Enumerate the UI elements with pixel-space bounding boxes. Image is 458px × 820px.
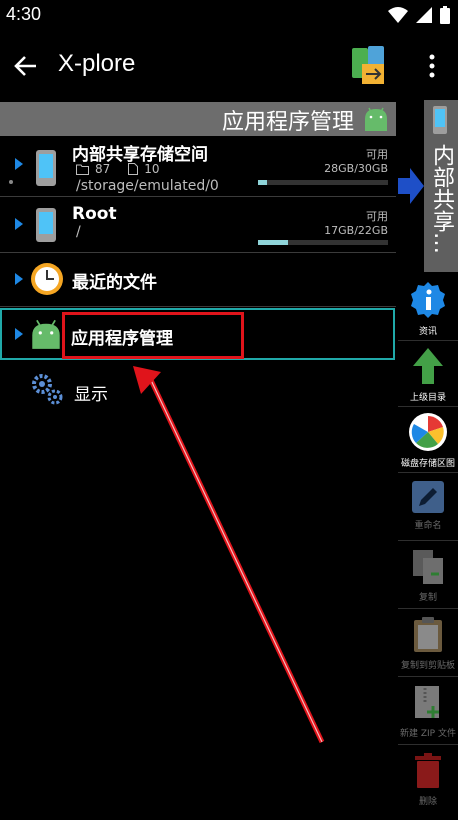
recent-files-row[interactable]: 最近的文件 [0,256,396,304]
storage-row-internal[interactable]: 内部共享存储空间 可用 87 10 28GB/30GB /storage/emu… [0,138,396,196]
trash-icon [415,753,441,788]
app-bar: X-plore [0,30,458,100]
phone-storage-icon [36,150,56,186]
divider [0,196,396,197]
clipboard-icon [414,617,442,652]
phone-storage-icon [433,106,447,134]
parent-folder-button[interactable]: 上级目录 [398,346,458,403]
disk-map-button[interactable]: 磁盘存储区图 [398,412,458,469]
divider [0,306,396,307]
right-toolbar: 内部共享… 资讯 上级目录 磁盘存储区图 重命名 复制 复制到剪贴板 新建 ZI… [398,100,458,820]
pane-header[interactable]: 应用程序管理 [0,102,396,136]
storage-available-label: 可用 [366,148,388,161]
recent-files-title: 最近的文件 [72,273,157,293]
display-title: 显示 [74,385,108,405]
wifi-icon [388,7,408,23]
root-available-label: 可用 [366,210,388,223]
divider [398,340,458,341]
info-button[interactable]: 资讯 [398,280,458,337]
right-pane-tab[interactable]: 内部共享… [424,100,458,272]
delete-button: 删除 [398,752,458,807]
pane-switch-icon[interactable] [350,44,388,88]
copy-icon [413,550,443,584]
pie-chart-icon [409,413,447,451]
copy-to-clipboard-label: 复制到剪贴板 [400,661,455,671]
storage-row-root[interactable]: Root 可用 / 17GB/22GB [0,198,396,252]
root-path: / [76,224,81,240]
folder-count: 87 [95,162,111,176]
file-count: 10 [144,162,160,176]
expand-arrow-icon[interactable] [15,218,23,230]
info-icon [411,282,445,318]
storage-usage-bar [258,180,388,185]
pencil-icon [412,481,444,513]
expand-arrow-icon[interactable] [15,328,23,340]
divider [398,472,458,473]
back-arrow-icon[interactable] [12,52,40,80]
phone-storage-icon [36,208,56,242]
copy-to-clipboard-button: 复制到剪贴板 [398,616,458,671]
storage-counts: 87 10 [76,162,160,176]
copy-button: 复制 [398,548,458,603]
android-icon [32,319,60,349]
zip-file-icon [415,686,439,718]
storage-size: 28GB/30GB [324,162,388,175]
divider [398,608,458,609]
root-usage-bar [258,240,388,245]
folder-icon [76,164,89,175]
root-size: 17GB/22GB [324,224,388,237]
display-row[interactable]: 显示 [0,364,396,412]
divider [398,744,458,745]
divider [0,252,396,253]
divider [398,406,458,407]
right-pane-title: 内部共享… [429,144,454,254]
expand-arrow-icon[interactable] [15,158,23,170]
highlight-box [62,312,244,359]
new-zip-label: 新建 ZIP 文件 [400,729,456,739]
pane-header-title: 应用程序管理 [221,110,354,135]
info-label: 资讯 [418,327,437,337]
storage-usage-fill [258,180,268,185]
status-time: 4:30 [6,4,42,24]
copy-label: 复制 [418,593,437,603]
app-title: X-plore [58,50,136,77]
rename-label: 重命名 [414,521,442,531]
divider [398,676,458,677]
expand-arrow-icon[interactable] [15,273,23,285]
up-arrow-icon [413,348,443,384]
pane-arrow-icon[interactable] [398,166,424,206]
root-usage-fill [258,240,288,245]
divider [398,540,458,541]
overflow-menu-icon[interactable] [424,52,440,80]
status-icons [388,6,450,24]
battery-icon [440,6,450,24]
file-icon [128,163,139,175]
clock-icon [31,263,63,295]
android-icon [365,107,387,131]
new-zip-button: 新建 ZIP 文件 [398,684,458,739]
status-bar: 4:30 [0,0,458,30]
storage-path: /storage/emulated/0 [76,178,219,194]
dot-marker [9,180,13,184]
delete-label: 删除 [418,797,437,807]
disk-map-label: 磁盘存储区图 [400,459,455,469]
rename-button: 重命名 [398,480,458,531]
gears-icon [32,374,63,405]
root-title: Root [72,204,117,224]
signal-icon [416,7,432,23]
parent-folder-label: 上级目录 [409,393,446,403]
